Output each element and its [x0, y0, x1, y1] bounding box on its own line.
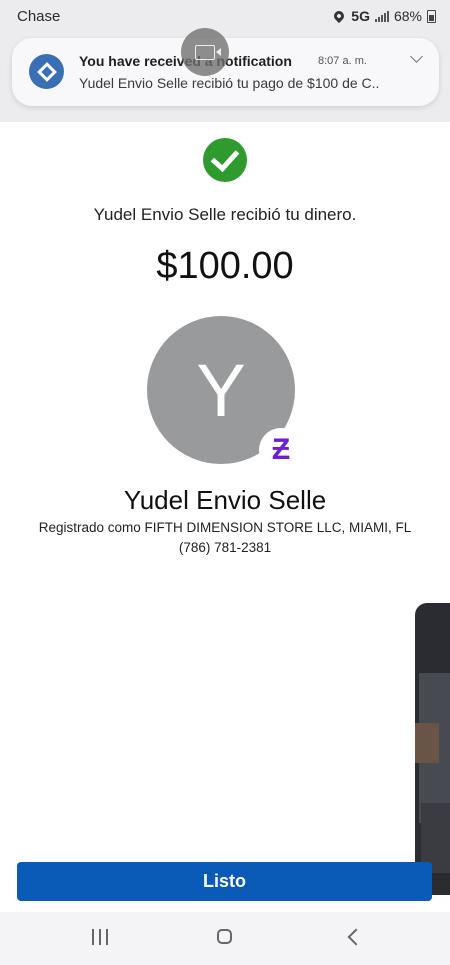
payment-amount: $100.00	[156, 245, 294, 287]
network-label: 5G	[351, 8, 370, 24]
zelle-badge-glyph: Ƶ	[271, 433, 291, 466]
navigation-bar	[0, 912, 450, 965]
chase-logo-icon	[29, 54, 64, 89]
battery-icon	[427, 9, 436, 23]
notification-body: Yudel Envio Selle recibió tu pago de $10…	[79, 75, 380, 91]
recents-icon[interactable]	[92, 929, 108, 945]
signal-icon	[374, 10, 389, 22]
video-thumbnail[interactable]	[415, 603, 450, 895]
battery-label: 68%	[393, 8, 422, 24]
recipient-name: Yudel Envio Selle	[123, 485, 327, 515]
chevron-down-icon[interactable]	[410, 50, 423, 63]
recipient-phone: (786) 781-2381	[178, 540, 272, 555]
done-button[interactable]: Listo	[17, 862, 432, 901]
carrier-label: Chase	[17, 8, 61, 25]
registered-as: Registrado como FIFTH DIMENSION STORE LL…	[38, 520, 412, 535]
notification-time: 8:07 a. m.	[318, 55, 367, 67]
status-bar: Chase 5G 68%	[0, 0, 450, 34]
home-icon[interactable]	[217, 929, 232, 944]
success-check-icon	[203, 138, 247, 182]
zelle-icon: Ƶ	[259, 428, 303, 472]
confirmation-message: Yudel Envio Selle recibió tu dinero.	[93, 205, 357, 224]
avatar-initial: Y	[196, 348, 246, 432]
status-indicators: 5G 68%	[332, 8, 436, 24]
screen-record-icon[interactable]	[181, 28, 229, 76]
location-icon	[332, 8, 347, 24]
back-icon[interactable]	[347, 928, 365, 946]
